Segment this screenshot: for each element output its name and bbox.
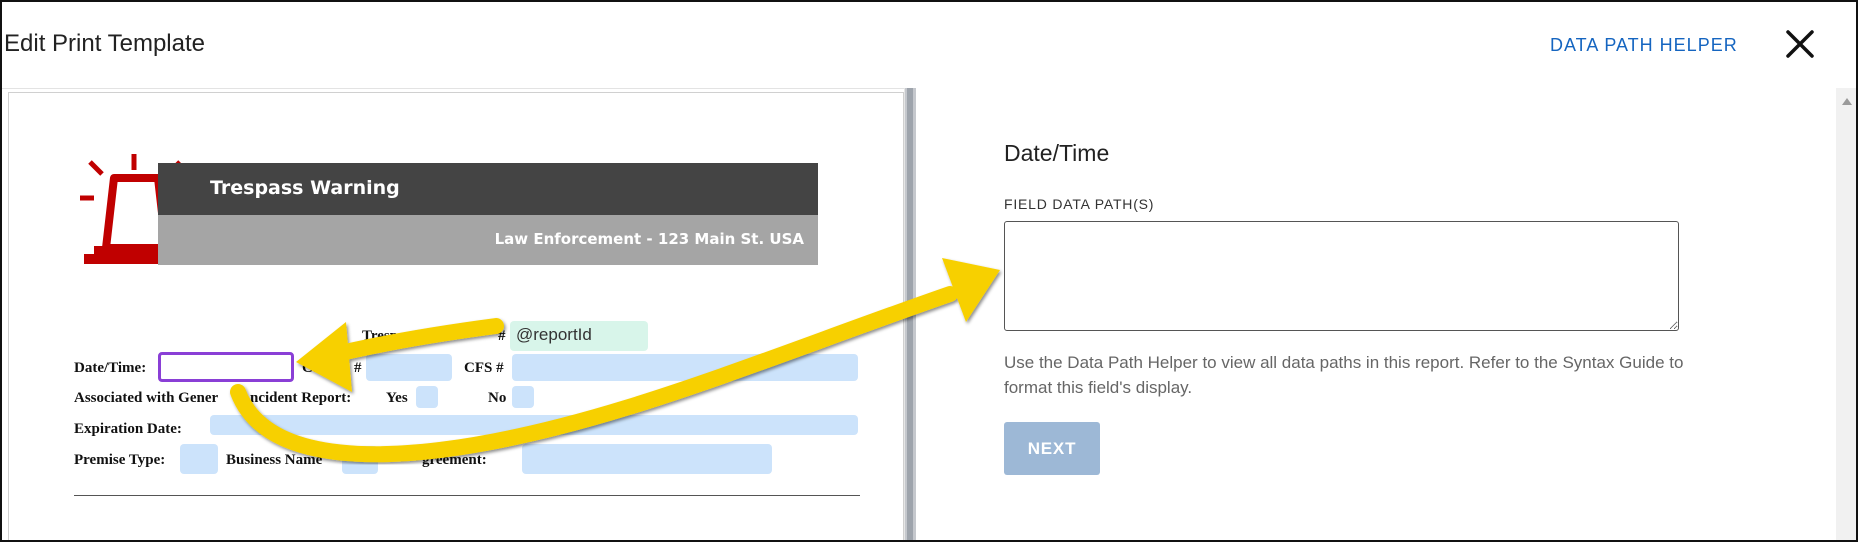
- field-data-path-input[interactable]: [1004, 221, 1679, 331]
- case-number-label: Ca: [302, 360, 321, 376]
- edit-print-template-dialog: Edit Print Template DATA PATH HELPER Tre…: [0, 0, 1858, 542]
- premise-type-field[interactable]: [180, 444, 218, 474]
- dialog-title: Edit Print Template: [4, 30, 205, 57]
- datetime-field-selected[interactable]: [158, 352, 294, 382]
- no-label: No: [488, 390, 507, 406]
- document-divider: [74, 495, 860, 496]
- cfs-number-field[interactable]: [512, 354, 858, 381]
- no-checkbox-field[interactable]: [512, 386, 534, 408]
- dialog-header: Edit Print Template DATA PATH HELPER: [2, 2, 1856, 89]
- banner-title: Trespass Warning: [210, 177, 400, 199]
- case-number-label-tail: #: [354, 360, 362, 376]
- field-help-text: Use the Data Path Helper to view all dat…: [1004, 353, 1684, 397]
- trespass-number-label: Trespass W: [362, 328, 436, 344]
- case-number-field[interactable]: [366, 354, 452, 381]
- close-icon[interactable]: [1780, 24, 1820, 64]
- expiration-date-field[interactable]: [210, 415, 858, 435]
- datetime-label: Date/Time:: [74, 360, 147, 376]
- yes-label: Yes: [386, 390, 408, 406]
- field-title: Date/Time: [1004, 140, 1110, 166]
- banner-subtitle-bar: Law Enforcement - 123 Main St. USA: [158, 215, 818, 265]
- premise-type-label: Premise Type:: [74, 452, 166, 468]
- associated-report-label: Associated with Gener: [74, 390, 219, 406]
- agreement-label: greement:: [422, 452, 487, 468]
- scroll-up-arrow-icon[interactable]: [1842, 98, 1852, 105]
- banner-title-bar: Trespass Warning: [158, 163, 818, 215]
- trespass-number-label-tail: #: [498, 328, 506, 344]
- data-path-helper-button[interactable]: DATA PATH HELPER: [1550, 35, 1738, 56]
- expiration-date-label: Expiration Date:: [74, 421, 182, 437]
- associated-report-label-tail: ncident Report:: [250, 390, 352, 406]
- business-name-field[interactable]: [342, 446, 378, 474]
- pane-splitter-handle[interactable]: [907, 88, 913, 540]
- next-button[interactable]: NEXT: [1004, 422, 1100, 475]
- agreement-field[interactable]: [522, 444, 772, 474]
- scrollbar[interactable]: [1836, 88, 1856, 540]
- business-name-label: Business Name: [226, 452, 323, 468]
- field-data-path-label: FIELD DATA PATH(S): [1004, 196, 1155, 212]
- banner-subtitle: Law Enforcement - 123 Main St. USA: [494, 230, 804, 248]
- cfs-number-label: CFS #: [464, 360, 504, 376]
- report-id-tag[interactable]: @reportId: [510, 321, 648, 351]
- yes-checkbox-field[interactable]: [416, 386, 438, 408]
